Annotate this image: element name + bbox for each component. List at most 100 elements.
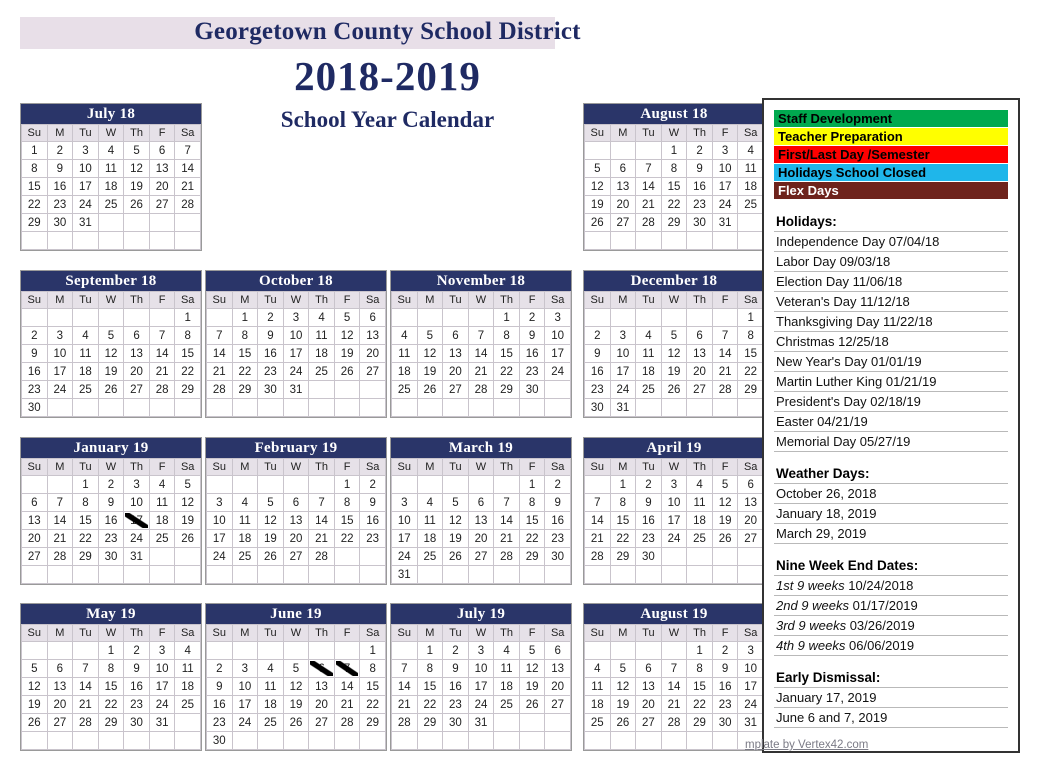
day-cell[interactable]: 14: [660, 677, 688, 696]
day-cell[interactable]: 9: [257, 326, 284, 345]
day-cell[interactable]: 24: [711, 195, 739, 214]
day-cell[interactable]: 5: [97, 326, 125, 345]
day-cell[interactable]: 18: [257, 695, 284, 714]
day-cell[interactable]: 15: [609, 511, 637, 530]
day-cell[interactable]: 5: [282, 659, 310, 678]
day-cell[interactable]: 20: [46, 695, 74, 714]
day-cell[interactable]: 19: [123, 177, 150, 196]
day-cell[interactable]: 29: [518, 547, 546, 566]
day-cell[interactable]: 11: [584, 677, 611, 696]
day-cell[interactable]: 30: [21, 398, 48, 417]
day-cell[interactable]: 1: [333, 475, 361, 494]
day-cell[interactable]: 21: [72, 695, 99, 714]
day-cell[interactable]: 7: [174, 141, 201, 160]
day-cell[interactable]: 21: [467, 362, 495, 381]
day-cell[interactable]: 31: [123, 547, 150, 566]
day-cell[interactable]: 21: [148, 362, 176, 381]
day-cell[interactable]: 24: [231, 713, 259, 732]
day-cell[interactable]: 15: [72, 511, 99, 530]
day-cell[interactable]: 16: [123, 677, 150, 696]
day-cell[interactable]: 28: [391, 713, 418, 732]
day-cell[interactable]: 4: [635, 326, 662, 345]
day-cell[interactable]: 7: [148, 326, 176, 345]
day-cell[interactable]: 7: [467, 326, 495, 345]
day-cell[interactable]: 5: [442, 493, 469, 512]
day-cell[interactable]: 2: [21, 326, 48, 345]
day-cell[interactable]: 8: [609, 493, 637, 512]
day-cell[interactable]: 4: [686, 475, 713, 494]
day-cell[interactable]: 4: [391, 326, 418, 345]
day-cell[interactable]: 19: [416, 362, 444, 381]
day-cell[interactable]: 12: [442, 511, 469, 530]
day-cell[interactable]: 13: [359, 326, 386, 345]
day-cell[interactable]: 22: [231, 362, 259, 381]
day-cell[interactable]: 22: [72, 529, 99, 548]
day-cell[interactable]: 9: [544, 493, 571, 512]
day-cell[interactable]: 15: [359, 677, 386, 696]
day-cell[interactable]: 30: [123, 713, 150, 732]
day-cell[interactable]: 30: [257, 380, 284, 399]
day-cell[interactable]: 28: [467, 380, 495, 399]
day-cell[interactable]: 15: [97, 677, 125, 696]
day-cell[interactable]: 18: [635, 362, 662, 381]
day-cell[interactable]: 16: [635, 511, 662, 530]
day-cell[interactable]: 17: [148, 677, 176, 696]
day-cell[interactable]: 9: [584, 344, 611, 363]
day-cell[interactable]: 17: [711, 177, 739, 196]
day-cell[interactable]: 15: [416, 677, 444, 696]
day-cell[interactable]: 26: [518, 695, 546, 714]
day-cell[interactable]: 6: [467, 493, 495, 512]
day-cell[interactable]: 25: [308, 362, 335, 381]
day-cell[interactable]: 3: [72, 141, 99, 160]
day-cell[interactable]: 4: [231, 493, 259, 512]
day-cell[interactable]: 1: [231, 308, 259, 327]
day-cell[interactable]: 26: [97, 380, 125, 399]
day-cell[interactable]: 27: [359, 362, 386, 381]
day-cell[interactable]: 30: [635, 547, 662, 566]
day-cell[interactable]: 30: [584, 398, 611, 417]
day-cell[interactable]: 12: [416, 344, 444, 363]
day-cell[interactable]: 8: [416, 659, 444, 678]
day-cell[interactable]: 28: [660, 713, 688, 732]
day-cell[interactable]: 3: [148, 641, 176, 660]
day-cell[interactable]: 10: [231, 677, 259, 696]
day-cell[interactable]: 26: [711, 529, 739, 548]
day-cell[interactable]: 4: [148, 475, 176, 494]
day-cell[interactable]: 23: [518, 362, 546, 381]
day-cell[interactable]: 23: [257, 362, 284, 381]
day-cell[interactable]: 8: [686, 659, 713, 678]
day-cell[interactable]: 6: [46, 659, 74, 678]
day-cell[interactable]: 12: [282, 677, 310, 696]
day-cell[interactable]: 10: [660, 493, 688, 512]
day-cell[interactable]: 28: [493, 547, 520, 566]
day-cell[interactable]: 16: [584, 362, 611, 381]
day-cell[interactable]: 2: [97, 475, 125, 494]
day-cell[interactable]: 11: [493, 659, 520, 678]
day-cell[interactable]: 13: [123, 344, 150, 363]
day-cell[interactable]: 20: [442, 362, 469, 381]
day-cell[interactable]: 28: [711, 380, 739, 399]
day-cell[interactable]: 7: [333, 659, 361, 678]
day-cell[interactable]: 29: [21, 213, 48, 232]
day-cell[interactable]: 17: [72, 177, 99, 196]
day-cell[interactable]: 22: [609, 529, 637, 548]
day-cell[interactable]: 26: [123, 195, 150, 214]
day-cell[interactable]: 20: [308, 695, 335, 714]
day-cell[interactable]: 3: [544, 308, 571, 327]
day-cell[interactable]: 9: [21, 344, 48, 363]
day-cell[interactable]: 11: [416, 511, 444, 530]
day-cell[interactable]: 29: [609, 547, 637, 566]
day-cell[interactable]: 29: [686, 713, 713, 732]
day-cell[interactable]: 14: [72, 677, 99, 696]
day-cell[interactable]: 8: [21, 159, 48, 178]
day-cell[interactable]: 21: [584, 529, 611, 548]
day-cell[interactable]: 24: [72, 195, 99, 214]
day-cell[interactable]: 28: [333, 713, 361, 732]
day-cell[interactable]: 27: [308, 713, 335, 732]
day-cell[interactable]: 14: [467, 344, 495, 363]
day-cell[interactable]: 20: [544, 677, 571, 696]
day-cell[interactable]: 18: [416, 529, 444, 548]
day-cell[interactable]: 24: [46, 380, 74, 399]
day-cell[interactable]: 17: [46, 362, 74, 381]
day-cell[interactable]: 16: [359, 511, 386, 530]
